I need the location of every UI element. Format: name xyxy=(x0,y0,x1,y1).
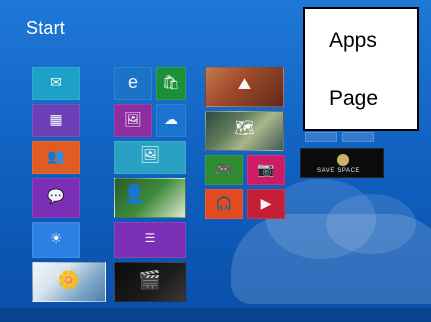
store-tile[interactable]: 🛍 xyxy=(156,67,186,100)
mail-icon: ✉ xyxy=(50,73,62,90)
callout-line-1: Apps xyxy=(329,29,377,52)
people-icon: 👥 xyxy=(47,147,65,164)
maps-wide-tile[interactable]: 🗺 xyxy=(205,111,284,151)
start-title: Start xyxy=(26,18,66,38)
article-wide-tile[interactable]: ☰ xyxy=(114,222,186,258)
internet-explorer-icon: e xyxy=(127,71,139,92)
travel-wide-tile[interactable]: ⛰ xyxy=(205,67,284,107)
travel-photo-icon: ⛰ xyxy=(237,76,252,94)
video-wide-tile[interactable]: 🎬 xyxy=(114,262,186,302)
logo-tile[interactable]: SAVE SPACE xyxy=(300,148,384,178)
games-tile[interactable]: 🎮 xyxy=(205,155,243,185)
people-tile[interactable]: 👥 xyxy=(32,141,80,174)
messaging-icon: 💬 xyxy=(47,188,65,205)
camera-tile[interactable]: 📷 xyxy=(247,155,285,185)
bottom-strip xyxy=(0,308,431,322)
callout-line-2: Page xyxy=(329,87,379,110)
article-icon: ☰ xyxy=(144,231,156,246)
weather-icon: ☀ xyxy=(49,230,63,247)
store-icon: 🛍 xyxy=(162,73,180,90)
games-icon: 🎮 xyxy=(215,160,233,177)
logo-icon xyxy=(337,154,349,166)
logo-text: SAVE SPACE xyxy=(317,168,361,174)
photos-icon: 🖼 xyxy=(124,110,142,127)
weather-tile[interactable]: ☀ xyxy=(32,222,80,258)
cloud-background xyxy=(231,179,431,304)
video-tile[interactable]: ▶ xyxy=(247,189,285,219)
video-thumbnail-icon: 🎬 xyxy=(138,270,162,291)
calendar-icon: ▦ xyxy=(49,110,63,127)
mail-tile[interactable]: ✉ xyxy=(32,67,80,100)
maps-photo-icon: 🗺 xyxy=(234,120,255,138)
messaging-tile[interactable]: 💬 xyxy=(32,178,80,218)
news-photo-icon: 👤 xyxy=(123,184,146,205)
mini-button-1[interactable] xyxy=(305,132,337,142)
apps-page-callout: Apps Page xyxy=(303,7,419,131)
camera-icon: 📷 xyxy=(257,160,275,177)
news-wide-tile[interactable]: 👤 xyxy=(114,178,186,218)
music-tile[interactable]: 🎧 xyxy=(205,189,243,219)
desktop-tile[interactable]: 🌼 xyxy=(32,262,106,302)
desktop-icon: 🌼 xyxy=(57,270,81,291)
start-screen: Start ✉ ▦ 👥 💬 ☀ 🌼 e 🛍 🖼 ☁ 🖼 👤 ☰ 🎬 ⛰ 🗺 🎮 … xyxy=(0,0,431,322)
calendar-tile[interactable]: ▦ xyxy=(32,104,80,137)
music-icon: 🎧 xyxy=(215,194,233,211)
mini-button-2[interactable] xyxy=(342,132,374,142)
pictures-icon: 🖼 xyxy=(139,146,161,164)
internet-explorer-tile[interactable]: e xyxy=(114,67,152,100)
skydrive-icon: ☁ xyxy=(164,110,178,127)
skydrive-tile[interactable]: ☁ xyxy=(156,104,186,137)
photos-tile[interactable]: 🖼 xyxy=(114,104,152,137)
pictures-wide-tile[interactable]: 🖼 xyxy=(114,141,186,174)
video-icon: ▶ xyxy=(260,194,272,211)
